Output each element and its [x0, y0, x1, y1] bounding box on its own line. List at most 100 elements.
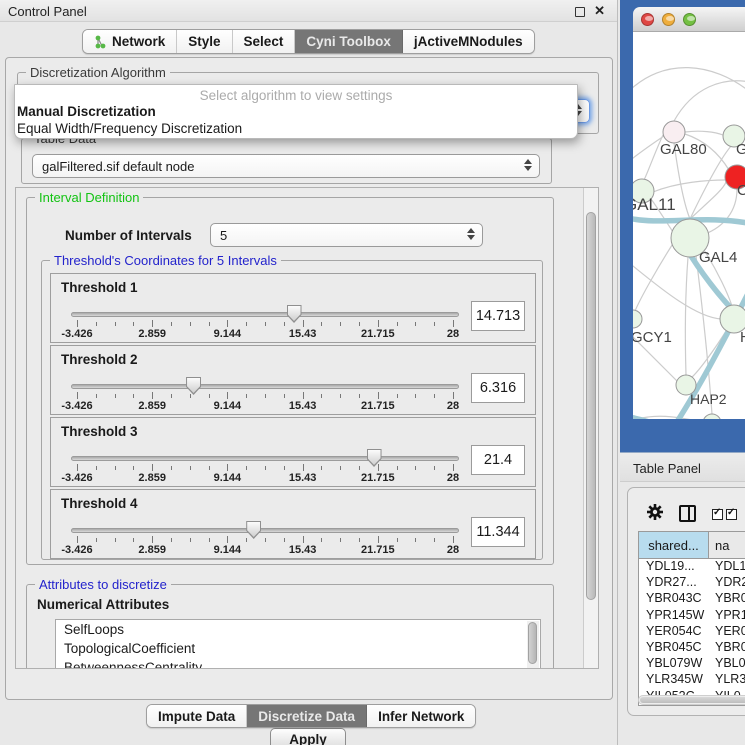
float-window-icon[interactable]	[575, 7, 585, 17]
cell-name[interactable]: YPR1	[709, 608, 745, 624]
network-edge[interactable]	[633, 68, 745, 92]
list-scrollbar-thumb[interactable]	[528, 622, 537, 664]
table-scrollbar-thumb[interactable]	[640, 697, 745, 703]
control-panel-title: Control Panel	[8, 4, 87, 19]
algorithm-option-equal-width[interactable]: Equal Width/Frequency Discretization	[15, 120, 577, 137]
slider-track[interactable]	[71, 528, 459, 533]
table-row[interactable]: YPR145WYPR1	[639, 608, 745, 624]
cell-shared-name[interactable]: YLR345W	[639, 672, 709, 688]
node-pink[interactable]	[663, 121, 685, 143]
tab-discretize-data[interactable]: Discretize Data	[247, 705, 367, 727]
cell-shared-name[interactable]: YER054C	[639, 624, 709, 640]
tick-mark	[77, 320, 78, 327]
threshold-slider[interactable]: -3.4262.8599.14415.4321.71528	[71, 520, 459, 558]
minimize-traffic-light[interactable]	[662, 13, 675, 26]
threshold-value-field[interactable]: 6.316	[471, 373, 525, 403]
algorithm-option-manual[interactable]: Manual Discretization	[15, 103, 577, 120]
split-columns-icon[interactable]	[679, 505, 696, 522]
apply-button[interactable]: Apply	[270, 728, 346, 745]
attribute-list-item[interactable]: BetweennessCentrality	[56, 658, 540, 669]
tick-mark	[415, 322, 416, 326]
table-row[interactable]: YLR345WYLR3	[639, 672, 745, 688]
tick-mark	[415, 466, 416, 470]
node-gcy1[interactable]	[633, 310, 642, 328]
network-edge[interactable]	[685, 131, 723, 135]
network-canvas[interactable]: GAL80GACGAL11GAL4GCY1HHAP2	[633, 32, 745, 419]
cell-name[interactable]: YER0	[709, 624, 745, 640]
cell-name[interactable]: YBR0	[709, 591, 745, 607]
threshold-slider[interactable]: -3.4262.8599.14415.4321.71528	[71, 304, 459, 342]
list-scrollbar[interactable]	[527, 621, 539, 669]
column-header-name[interactable]: na	[709, 532, 745, 558]
numerical-attributes-list[interactable]: SelfLoopsTopologicalCoefficientBetweenne…	[55, 619, 541, 669]
cell-name[interactable]: YLR3	[709, 672, 745, 688]
tick-mark	[171, 538, 172, 542]
network-edge[interactable]	[705, 189, 737, 234]
tab-jactivemnodules[interactable]: jActiveMNodules	[403, 30, 534, 53]
zoom-traffic-light[interactable]	[683, 13, 696, 26]
node-bottom[interactable]	[703, 414, 721, 419]
tab-select[interactable]: Select	[233, 30, 296, 53]
column-header-shared-name[interactable]: shared...	[639, 532, 709, 558]
network-edge[interactable]	[685, 257, 688, 375]
cell-name[interactable]: YDL1	[709, 559, 745, 575]
attribute-list-item[interactable]: SelfLoops	[56, 620, 540, 639]
node-label-gal11: GAL11	[633, 195, 676, 214]
tick-mark	[284, 466, 285, 470]
close-traffic-light[interactable]	[641, 13, 654, 26]
cell-name[interactable]: YDR2	[709, 575, 745, 591]
threshold-slider[interactable]: -3.4262.8599.14415.4321.71528	[71, 376, 459, 414]
table-row[interactable]: YBR045CYBR0	[639, 640, 745, 656]
network-edge[interactable]	[674, 81, 745, 121]
deselect-all-checkbox-icon[interactable]	[726, 509, 737, 520]
table-row[interactable]: YBR043CYBR0	[639, 591, 745, 607]
cell-shared-name[interactable]: YDR27...	[639, 575, 709, 591]
tick-mark	[378, 320, 379, 327]
tick-mark	[115, 322, 116, 326]
cell-shared-name[interactable]: YBR043C	[639, 591, 709, 607]
threshold-label: Threshold 1	[61, 280, 138, 295]
table-row[interactable]: YER054CYER0	[639, 624, 745, 640]
tab-network[interactable]: Network	[83, 30, 177, 53]
cell-shared-name[interactable]: YBL079W	[639, 656, 709, 672]
number-of-intervals-value: 5	[220, 228, 227, 243]
tab-impute-data[interactable]: Impute Data	[147, 705, 247, 727]
network-edge[interactable]	[633, 262, 721, 319]
network-edge[interactable]	[690, 182, 726, 219]
network-edge[interactable]	[653, 180, 726, 192]
network-window-titlebar[interactable]	[633, 7, 745, 32]
threshold-4-panel: Threshold 4-3.4262.8599.14415.4321.71528…	[50, 489, 536, 559]
cell-name[interactable]: YBR0	[709, 640, 745, 656]
settings-scrollbar-thumb[interactable]	[586, 212, 596, 600]
table-data-combobox[interactable]: galFiltered.sif default node	[32, 154, 540, 178]
cell-shared-name[interactable]: YPR145W	[639, 608, 709, 624]
slider-track[interactable]	[71, 456, 459, 461]
table-horizontal-scrollbar[interactable]	[638, 695, 745, 705]
cell-shared-name[interactable]: YDL19...	[639, 559, 709, 575]
select-all-checkbox-icon[interactable]	[712, 509, 723, 520]
node-label-gal4: GAL4	[699, 249, 737, 266]
attribute-list-item[interactable]: TopologicalCoefficient	[56, 639, 540, 658]
cell-shared-name[interactable]: YBR045C	[639, 640, 709, 656]
tab-cyni-toolbox[interactable]: Cyni Toolbox	[295, 30, 403, 53]
close-icon[interactable]: ✕	[594, 3, 605, 19]
tick-mark	[246, 466, 247, 470]
network-edge[interactable]	[635, 242, 674, 311]
slider-track[interactable]	[71, 312, 459, 317]
gear-icon[interactable]	[646, 503, 664, 521]
table-row[interactable]: YBL079WYBL0	[639, 656, 745, 672]
threshold-slider[interactable]: -3.4262.8599.14415.4321.71528	[71, 448, 459, 486]
slider-track[interactable]	[71, 384, 459, 389]
network-view-window[interactable]: GAL80GACGAL11GAL4GCY1HHAP2	[620, 0, 745, 452]
cell-name[interactable]: YBL0	[709, 656, 745, 672]
tab-infer-network[interactable]: Infer Network	[367, 705, 475, 727]
tick-mark	[359, 466, 360, 470]
settings-scrollbar[interactable]	[583, 188, 598, 668]
threshold-value-field[interactable]: 21.4	[471, 445, 525, 475]
number-of-intervals-combobox[interactable]: 5	[210, 223, 483, 247]
tab-style[interactable]: Style	[177, 30, 232, 53]
threshold-value-field[interactable]: 11.344	[471, 517, 525, 547]
table-row[interactable]: YDL19...YDL1	[639, 559, 745, 575]
threshold-value-field[interactable]: 14.713	[471, 301, 525, 331]
table-row[interactable]: YDR27...YDR2	[639, 575, 745, 591]
